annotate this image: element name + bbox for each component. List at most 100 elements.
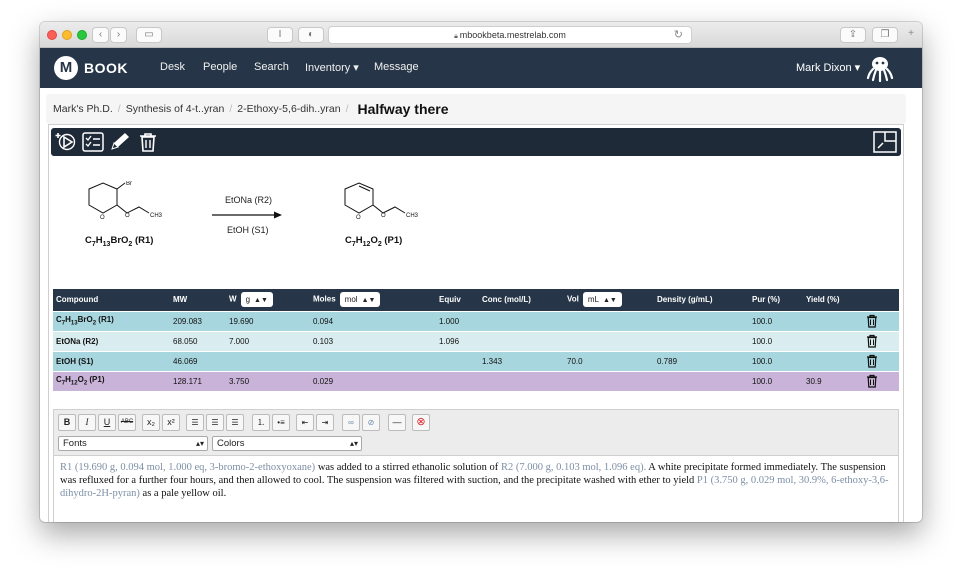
nav-people[interactable]: People: [203, 61, 237, 73]
equiv-cell[interactable]: 1.000: [436, 310, 479, 331]
address-bar[interactable]: 🔒︎ mbookbeta.mestrelab.com ↻: [328, 26, 692, 44]
bold-button[interactable]: B: [58, 414, 76, 431]
compound-cell[interactable]: C7H12O2 (P1): [53, 370, 170, 391]
zoom-window-button[interactable]: [77, 30, 87, 40]
mw-cell[interactable]: 46.069: [170, 350, 226, 371]
nav-desk[interactable]: Desk: [160, 61, 185, 73]
compound-cell[interactable]: EtONa (R2): [53, 330, 170, 351]
share-icon[interactable]: ⇪: [840, 27, 866, 43]
volume-cell[interactable]: [564, 330, 654, 351]
delete-row-trash-icon[interactable]: [866, 314, 878, 328]
align-left-icon[interactable]: ☰: [186, 414, 204, 431]
mw-cell[interactable]: 128.171: [170, 370, 226, 391]
strikethrough-button[interactable]: ABC: [118, 414, 136, 431]
volume-cell[interactable]: [564, 370, 654, 391]
reader-button[interactable]: I: [267, 27, 293, 43]
reference-p1[interactable]: P1: [697, 475, 708, 486]
sidebar-icon[interactable]: ▭: [136, 27, 162, 43]
fonts-select[interactable]: Fonts ▴▾: [58, 436, 208, 451]
breadcrumb-item[interactable]: Synthesis of 4-t..yran: [126, 103, 225, 115]
density-cell[interactable]: [654, 310, 749, 331]
align-right-icon[interactable]: ☰: [226, 414, 244, 431]
nav-inventory[interactable]: Inventory ▾: [305, 61, 359, 74]
weight-cell[interactable]: [226, 350, 310, 371]
equiv-cell[interactable]: [436, 370, 479, 391]
unordered-list-icon[interactable]: •≡: [272, 414, 290, 431]
unlink-icon[interactable]: ⊘: [362, 414, 380, 431]
volume-cell[interactable]: [564, 310, 654, 331]
outdent-icon[interactable]: ⇤: [296, 414, 314, 431]
italic-button[interactable]: I: [78, 414, 96, 431]
moles-cell[interactable]: 0.103: [310, 330, 436, 351]
density-cell[interactable]: [654, 370, 749, 391]
user-menu[interactable]: Mark Dixon ▾: [796, 61, 860, 74]
procedure-text-editor[interactable]: R1 (19.690 g, 0.094 mol, 1.000 eq, 3-bro…: [53, 455, 899, 522]
forward-arrow-icon[interactable]: ›: [110, 27, 127, 43]
volume-cell[interactable]: 70.0: [564, 350, 654, 371]
colors-select[interactable]: Colors ▴▾: [212, 436, 362, 451]
weight-cell[interactable]: 19.690: [226, 310, 310, 331]
mw-cell[interactable]: 209.083: [170, 310, 226, 331]
moles-cell[interactable]: [310, 350, 436, 371]
density-cell[interactable]: [654, 330, 749, 351]
underline-button[interactable]: U: [98, 414, 116, 431]
purity-cell[interactable]: 100.0: [749, 350, 803, 371]
table-row[interactable]: EtONa (R2) 68.050 7.000 0.103 1.096 100.…: [53, 330, 899, 351]
delete-row-trash-icon[interactable]: [866, 334, 878, 348]
conc-cell[interactable]: 1.343: [479, 350, 564, 371]
conc-cell[interactable]: [479, 330, 564, 351]
purity-cell[interactable]: 100.0: [749, 370, 803, 391]
weight-cell[interactable]: 7.000: [226, 330, 310, 351]
ordered-list-icon[interactable]: ⒈: [252, 414, 270, 431]
reference-r2[interactable]: R2: [501, 462, 513, 473]
yield-cell[interactable]: 30.9: [803, 370, 863, 391]
yield-cell[interactable]: [803, 310, 863, 331]
weight-cell[interactable]: 3.750: [226, 370, 310, 391]
conc-cell[interactable]: [479, 370, 564, 391]
breadcrumb-item[interactable]: 2-Ethoxy-5,6-dih..yran: [237, 103, 340, 115]
table-row[interactable]: EtOH (S1) 46.069 1.343 70.0 0.789 100.0: [53, 350, 899, 371]
reference-r1[interactable]: R1: [60, 462, 72, 473]
mw-cell[interactable]: 68.050: [170, 330, 226, 351]
nav-message[interactable]: Message: [374, 61, 419, 73]
reload-icon[interactable]: ↻: [674, 27, 683, 43]
remove-format-icon[interactable]: ⊗: [412, 414, 430, 431]
edit-pencil-icon[interactable]: [109, 132, 131, 152]
align-center-icon[interactable]: ☰: [206, 414, 224, 431]
nav-search[interactable]: Search: [254, 61, 289, 73]
tabs-overview-icon[interactable]: ❐: [872, 27, 898, 43]
compound-cell[interactable]: C7H13BrO2 (R1): [53, 310, 170, 331]
table-row[interactable]: C7H12O2 (P1) 128.171 3.750 0.029 100.0 3…: [53, 370, 899, 391]
moles-cell[interactable]: 0.094: [310, 310, 436, 331]
add-reaction-icon[interactable]: [55, 132, 77, 152]
yield-cell[interactable]: [803, 330, 863, 351]
back-arrow-icon[interactable]: ‹: [92, 27, 109, 43]
reactant-structure[interactable]: Br O O CH3: [73, 181, 173, 237]
breadcrumb-item[interactable]: Mark's Ph.D.: [53, 103, 113, 115]
brand-logo[interactable]: M BOOK: [54, 56, 128, 80]
delete-row-trash-icon[interactable]: [866, 354, 878, 368]
table-row[interactable]: C7H13BrO2 (R1) 209.083 19.690 0.094 1.00…: [53, 310, 899, 331]
compound-cell[interactable]: EtOH (S1): [53, 350, 170, 371]
delete-trash-icon[interactable]: [137, 132, 159, 152]
delete-row-trash-icon[interactable]: [866, 374, 878, 388]
purity-cell[interactable]: 100.0: [749, 310, 803, 331]
superscript-button[interactable]: x²: [162, 414, 180, 431]
moles-cell[interactable]: 0.029: [310, 370, 436, 391]
privacy-icon[interactable]: ◐: [298, 27, 324, 43]
equiv-cell[interactable]: 1.096: [436, 330, 479, 351]
product-structure[interactable]: O O CH3: [329, 181, 429, 237]
yield-cell[interactable]: [803, 350, 863, 371]
checklist-icon[interactable]: [82, 132, 104, 152]
volume-unit-select[interactable]: mL ▲▼: [582, 292, 622, 308]
weight-unit-select[interactable]: g ▲▼: [240, 292, 273, 308]
link-icon[interactable]: ∞: [342, 414, 360, 431]
equiv-cell[interactable]: [436, 350, 479, 371]
new-tab-icon[interactable]: +: [904, 27, 918, 43]
moles-unit-select[interactable]: mol ▲▼: [339, 292, 381, 308]
collapse-panel-icon[interactable]: [873, 131, 897, 153]
density-cell[interactable]: 0.789: [654, 350, 749, 371]
minimize-window-button[interactable]: [62, 30, 72, 40]
indent-icon[interactable]: ⇥: [316, 414, 334, 431]
close-window-button[interactable]: [47, 30, 57, 40]
